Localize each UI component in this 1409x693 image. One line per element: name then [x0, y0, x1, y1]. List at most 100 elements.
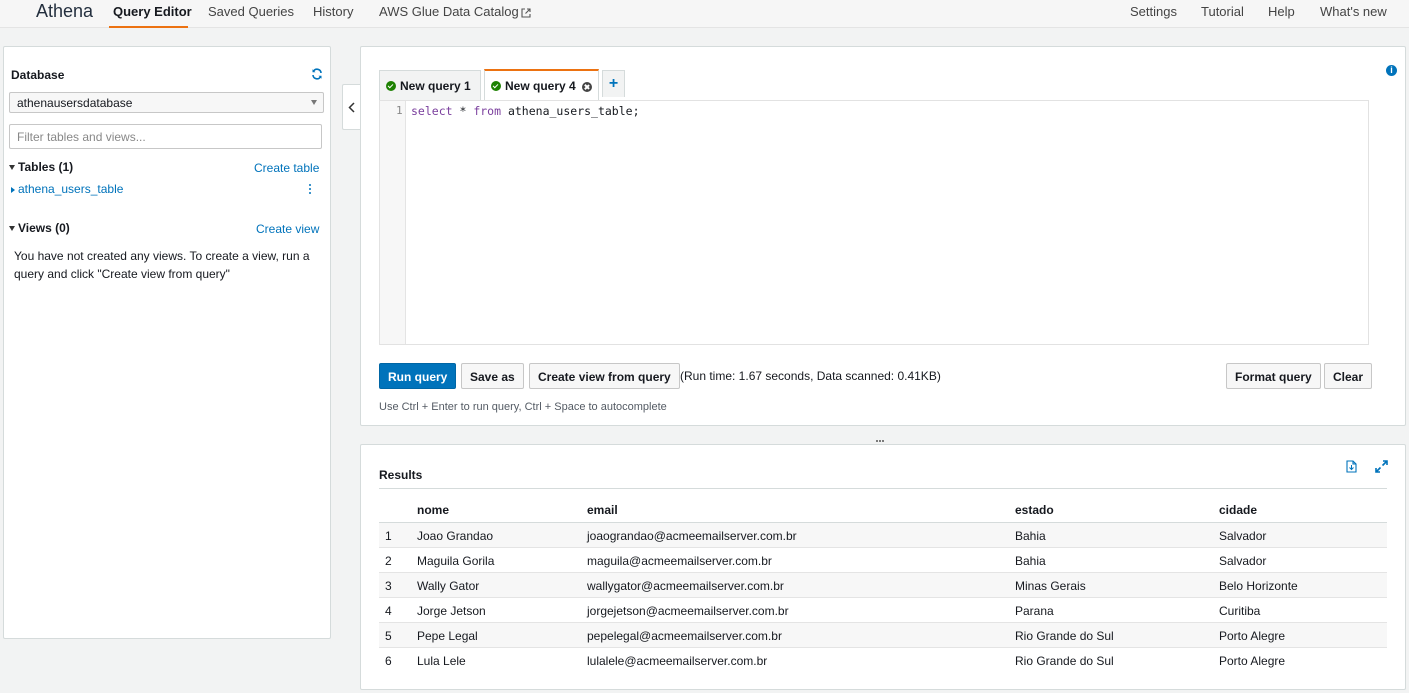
cell-nome: Wally Gator: [417, 579, 480, 593]
table-options-kebab-icon[interactable]: [309, 184, 312, 195]
views-empty-message: You have not created any views. To creat…: [14, 249, 310, 281]
database-select-value: athenausersdatabase: [17, 96, 133, 110]
run-status: (Run time: 1.67 seconds, Data scanned: 0…: [680, 369, 941, 383]
brand-logo[interactable]: Athena: [36, 1, 93, 22]
row-number: 2: [385, 554, 392, 568]
nav-glue-label: AWS Glue Data Catalog: [379, 4, 519, 19]
cell-nome: Joao Grandao: [417, 529, 494, 543]
add-tab-button[interactable]: +: [602, 70, 625, 97]
cell-email: maguila@acmeemailserver.com.br: [587, 554, 772, 568]
table-row: 6 Lula Lele lulalele@acmeemailserver.com…: [379, 648, 1387, 673]
caret-down-icon: [9, 226, 15, 232]
table-row: 1 Joao Grandao joaograndao@acmeemailserv…: [379, 523, 1387, 548]
cell-cidade: Salvador: [1219, 554, 1267, 568]
nav-whats-new[interactable]: What's new: [1320, 4, 1387, 19]
sql-editor[interactable]: 1 select * from athena_users_table;: [379, 100, 1369, 345]
tables-section-toggle[interactable]: Tables (1): [9, 160, 73, 174]
column-header-estado[interactable]: estado: [1015, 503, 1054, 517]
cell-estado: Bahia: [1015, 529, 1046, 543]
column-header-nome[interactable]: nome: [417, 503, 449, 517]
database-label: Database: [11, 68, 65, 82]
save-as-button[interactable]: Save as: [461, 363, 524, 389]
table-row: 4 Jorge Jetson jorgejetson@acmeemailserv…: [379, 598, 1387, 623]
cell-nome: Maguila Gorila: [417, 554, 495, 568]
sql-text: athena_users_table;: [501, 104, 640, 118]
cell-cidade: Salvador: [1219, 529, 1267, 543]
caret-down-icon: [9, 165, 15, 171]
filter-tables-input[interactable]: [9, 124, 322, 149]
sql-keyword: from: [473, 104, 502, 118]
cell-estado: Parana: [1015, 604, 1054, 618]
results-title: Results: [379, 468, 423, 482]
database-select[interactable]: athenausersdatabase: [9, 92, 324, 113]
table-item-athena-users-table[interactable]: athena_users_table: [11, 182, 123, 196]
column-header-cidade[interactable]: cidade: [1219, 503, 1257, 517]
cell-estado: Minas Gerais: [1015, 579, 1086, 593]
row-number: 6: [385, 654, 392, 668]
results-panel: Results nome email estado cidade 1 Joao …: [360, 444, 1406, 690]
cell-email: jorgejetson@acmeemailserver.com.br: [587, 604, 789, 618]
nav-history[interactable]: History: [313, 4, 353, 19]
chevron-left-icon: [348, 102, 355, 113]
cell-email: lulalele@acmeemailserver.com.br: [587, 654, 768, 668]
run-query-button[interactable]: Run query: [379, 363, 457, 389]
cell-email: wallygator@acmeemailserver.com.br: [587, 579, 784, 593]
cell-nome: Lula Lele: [417, 654, 466, 668]
row-number: 3: [385, 579, 392, 593]
code-line: select * from athena_users_table;: [411, 104, 640, 118]
line-number: 1: [396, 104, 403, 117]
download-csv-icon[interactable]: [1346, 460, 1357, 473]
resize-handle[interactable]: [876, 431, 886, 442]
cell-cidade: Porto Alegre: [1219, 654, 1286, 668]
info-icon[interactable]: i: [1386, 65, 1397, 76]
chevron-down-icon: [311, 100, 317, 105]
active-tab-indicator: [109, 26, 188, 28]
sql-keyword: select: [411, 104, 453, 118]
tab-new-query-1[interactable]: New query 1: [379, 70, 481, 101]
row-number: 5: [385, 629, 392, 643]
cell-nome: Pepe Legal: [417, 629, 478, 643]
cell-cidade: Belo Horizonte: [1219, 579, 1298, 593]
column-header-email[interactable]: email: [587, 503, 618, 517]
refresh-icon[interactable]: [311, 68, 323, 80]
cell-estado: Bahia: [1015, 554, 1046, 568]
clear-button[interactable]: Clear: [1324, 363, 1373, 389]
nav-saved-queries[interactable]: Saved Queries: [208, 4, 294, 19]
cell-email: pepelegal@acmeemailserver.com.br: [587, 629, 782, 643]
query-editor-panel: i New query 1 New query 4 + 1 select * f…: [360, 46, 1406, 426]
check-circle-icon: [491, 81, 501, 91]
table-row: 5 Pepe Legal pepelegal@acmeemailserver.c…: [379, 623, 1387, 648]
cell-cidade: Porto Alegre: [1219, 629, 1286, 643]
cell-estado: Rio Grande do Sul: [1015, 629, 1114, 643]
sql-text: *: [452, 104, 474, 118]
close-tab-icon[interactable]: [582, 82, 592, 92]
table-row: 2 Maguila Gorila maguila@acmeemailserver…: [379, 548, 1387, 573]
nav-help[interactable]: Help: [1268, 4, 1295, 19]
table-row: 3 Wally Gator wallygator@acmeemailserver…: [379, 573, 1387, 598]
views-header: Views (0): [18, 221, 70, 235]
create-table-link[interactable]: Create table: [254, 161, 319, 175]
external-link-icon: [521, 8, 531, 18]
caret-right-icon: [11, 186, 15, 193]
format-query-button[interactable]: Format query: [1226, 363, 1321, 389]
cell-cidade: Curitiba: [1219, 604, 1261, 618]
top-nav: Athena Query Editor Saved Queries Histor…: [0, 0, 1409, 28]
views-section-toggle[interactable]: Views (0): [9, 221, 70, 235]
tab-new-query-4[interactable]: New query 4: [484, 69, 599, 101]
create-view-from-query-button[interactable]: Create view from query: [529, 363, 680, 389]
line-gutter: 1: [380, 101, 406, 344]
nav-settings[interactable]: Settings: [1130, 4, 1177, 19]
cell-estado: Rio Grande do Sul: [1015, 654, 1114, 668]
keyboard-hint: Use Ctrl + Enter to run query, Ctrl + Sp…: [379, 401, 667, 413]
cell-nome: Jorge Jetson: [417, 604, 486, 618]
collapse-panel-button[interactable]: [342, 84, 360, 130]
nav-glue-data-catalog[interactable]: AWS Glue Data Catalog: [379, 4, 531, 19]
nav-query-editor[interactable]: Query Editor: [113, 4, 192, 19]
divider: [379, 488, 1387, 489]
expand-icon[interactable]: [1375, 460, 1388, 473]
tab-label: New query 1: [400, 79, 471, 93]
database-panel: Database athenausersdatabase Tables (1) …: [3, 46, 331, 639]
nav-tutorial[interactable]: Tutorial: [1201, 4, 1244, 19]
check-circle-icon: [386, 81, 396, 91]
create-view-link[interactable]: Create view: [256, 222, 319, 236]
